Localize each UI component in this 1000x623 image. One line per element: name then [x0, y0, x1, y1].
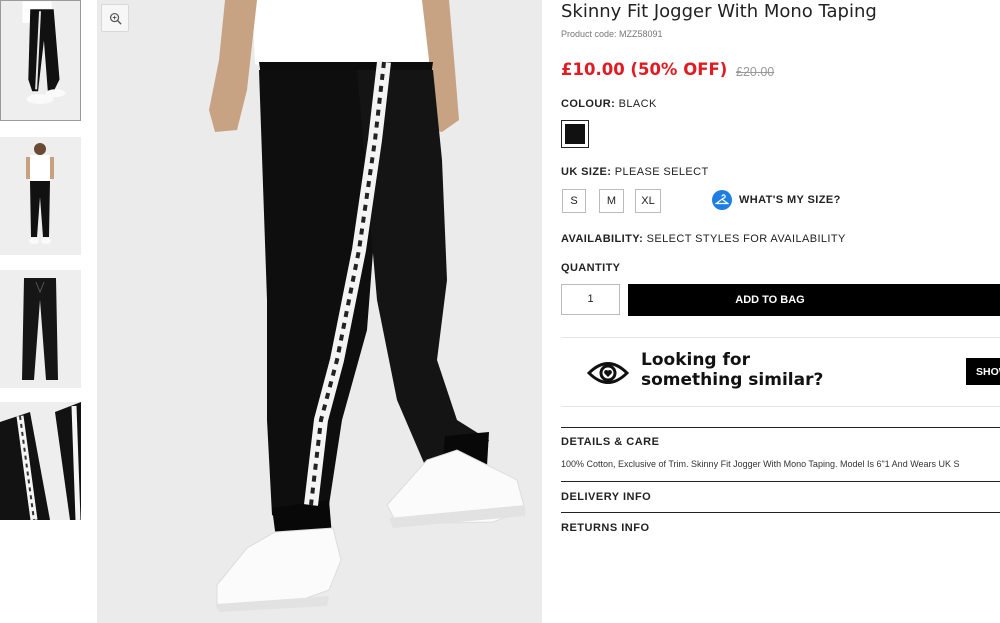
colour-swatch-black[interactable] [561, 120, 589, 148]
thumbnail-image-detail [0, 402, 81, 520]
zoom-button[interactable] [101, 4, 129, 32]
size-guide-link[interactable]: WHAT'S MY SIZE? [712, 190, 841, 210]
hanger-icon [712, 190, 732, 210]
returns-info-toggle[interactable]: RETURNS INFO [561, 522, 650, 534]
main-product-image[interactable] [97, 0, 542, 623]
delivery-info-toggle[interactable]: DELIVERY INFO [561, 491, 651, 503]
jogger-model-image [97, 0, 542, 623]
thumbnail-image-side [1, 1, 80, 120]
magnifier-icon [109, 12, 122, 25]
size-option-m[interactable]: M [599, 189, 624, 213]
thumbnail-image-flat [0, 270, 81, 388]
details-care-toggle[interactable]: DETAILS & CARE [561, 436, 659, 448]
quantity-label: QUANTITY [561, 262, 621, 274]
thumbnail-3[interactable] [0, 270, 81, 388]
delivery-divider [561, 481, 1000, 482]
product-title: Skinny Fit Jogger With Mono Taping [561, 1, 877, 22]
availability-label-text: AVAILABILITY: [561, 233, 644, 245]
add-to-bag-button[interactable]: ADD TO BAG [628, 284, 1000, 316]
size-value: PLEASE SELECT [614, 166, 709, 178]
thumbnail-image-back [0, 137, 81, 255]
colour-label-text: COLOUR: [561, 98, 616, 110]
details-divider [561, 427, 1000, 428]
show-similar-button[interactable]: SHOW [966, 358, 1000, 385]
size-guide-label: WHAT'S MY SIZE? [739, 194, 841, 206]
availability-value: SELECT STYLES FOR AVAILABILITY [646, 233, 846, 245]
thumbnail-1[interactable] [0, 0, 81, 121]
size-label: UK SIZE: PLEASE SELECT [561, 166, 709, 178]
size-label-text: UK SIZE: [561, 166, 612, 178]
swatch-fill [565, 124, 585, 144]
thumbnail-2[interactable] [0, 137, 81, 255]
product-info-panel: Skinny Fit Jogger With Mono Taping Produ… [561, 0, 1000, 623]
thumbnail-4[interactable] [0, 402, 81, 520]
colour-label: COLOUR: BLACK [561, 98, 657, 110]
similar-items-banner: Looking for something similar? SHOW [561, 337, 1000, 407]
size-option-s[interactable]: S [562, 189, 586, 213]
product-code: Product code: MZZ58091 [561, 29, 663, 39]
similar-items-text: Looking for something similar? [641, 350, 824, 390]
original-price: £20.00 [736, 65, 775, 79]
availability-label: AVAILABILITY: SELECT STYLES FOR AVAILABI… [561, 233, 846, 245]
returns-divider [561, 512, 1000, 513]
sale-price: £10.00 (50% OFF) [561, 60, 728, 79]
quantity-input[interactable]: 1 [561, 284, 620, 315]
details-care-text: 100% Cotton, Exclusive of Trim. Skinny F… [561, 459, 960, 469]
eye-heart-icon [587, 362, 629, 384]
size-option-xl[interactable]: XL [635, 189, 661, 213]
colour-value: BLACK [618, 98, 657, 110]
